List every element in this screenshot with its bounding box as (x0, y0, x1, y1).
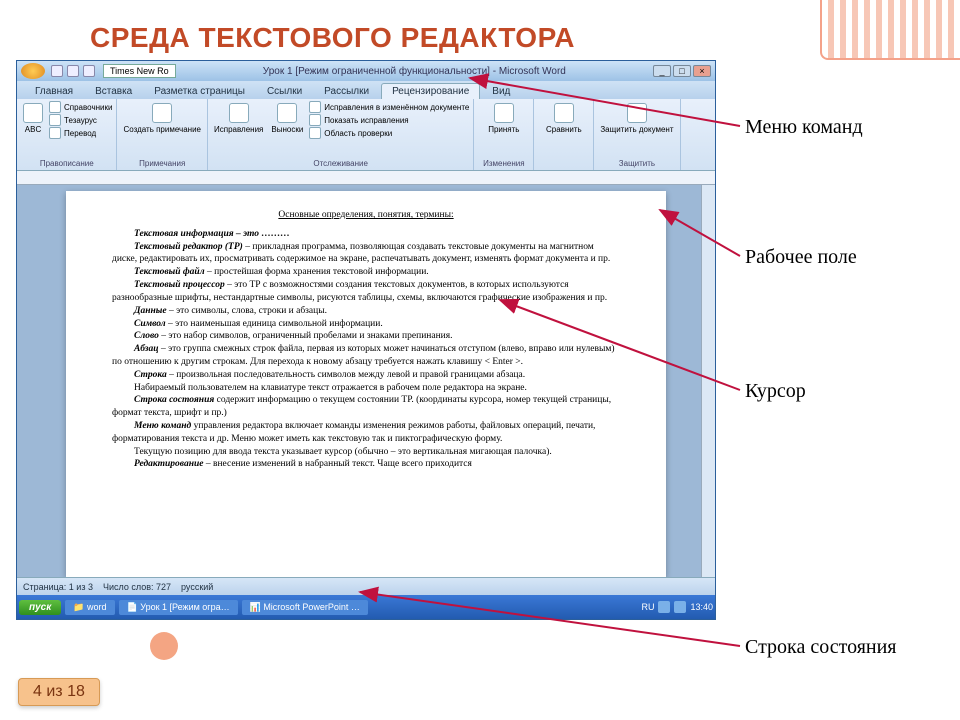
doc-paragraph: Набираемый пользователем на клавиатуре т… (112, 382, 620, 395)
accept-icon (494, 103, 514, 123)
doc-paragraph: Текстовый файл – простейшая форма хранен… (112, 266, 620, 279)
undo-icon[interactable] (67, 65, 79, 77)
tab-insert[interactable]: Вставка (85, 84, 142, 99)
tab-layout[interactable]: Разметка страницы (144, 84, 255, 99)
taskbar-item[interactable]: 📄 Урок 1 [Режим огра… (119, 600, 238, 615)
save-icon[interactable] (51, 65, 63, 77)
tray-icon[interactable] (658, 601, 670, 613)
doc-paragraph: Абзац – это группа смежных строк файла, … (112, 343, 620, 369)
redo-icon[interactable] (83, 65, 95, 77)
doc-paragraph: Текстовый процессор – это ТР с возможнос… (112, 279, 620, 305)
taskbar-item[interactable]: 📁 word (65, 600, 114, 615)
status-language[interactable]: русский (181, 582, 213, 592)
document-area[interactable]: Основные определения, понятия, термины: … (17, 185, 715, 577)
slide-title: СРЕДА ТЕКСТОВОГО РЕДАКТОРА (90, 22, 575, 54)
research-button[interactable]: Справочники (49, 101, 112, 113)
close-button[interactable]: × (693, 65, 711, 77)
show-markup-button[interactable]: Показать исправления (309, 114, 469, 126)
doc-paragraph: Меню команд управления редактора включае… (112, 420, 620, 446)
doc-paragraph: Редактирование – внесение изменений в на… (112, 458, 620, 471)
decoration-dot (150, 632, 178, 660)
minimize-button[interactable]: _ (653, 65, 671, 77)
tab-view[interactable]: Вид (482, 84, 520, 99)
windows-taskbar: пуск 📁 word 📄 Урок 1 [Режим огра… 📊 Micr… (17, 595, 715, 619)
taskbar-item[interactable]: 📊 Microsoft PowerPoint … (242, 600, 368, 615)
compare-button[interactable]: Сравнить (538, 101, 589, 136)
title-bar: Times New Ro Урок 1 [Режим ограниченной … (17, 61, 715, 81)
doc-heading: Основные определения, понятия, термины: (112, 209, 620, 222)
doc-paragraph: Текстовая информация – это ……… (112, 228, 620, 241)
markup-icon (309, 114, 321, 126)
page[interactable]: Основные определения, понятия, термины: … (66, 191, 666, 577)
translate-button[interactable]: Перевод (49, 127, 112, 139)
quick-access-toolbar[interactable] (51, 65, 95, 77)
vertical-scrollbar[interactable] (701, 185, 715, 577)
window-title: Урок 1 [Режим ограниченной функционально… (176, 66, 653, 77)
group-protect: Защитить документ Защитить (594, 99, 680, 170)
protect-button[interactable]: Защитить документ (598, 101, 675, 136)
new-comment-button[interactable]: Создать примечание (121, 101, 203, 136)
balloon-icon (277, 103, 297, 123)
tab-references[interactable]: Ссылки (257, 84, 312, 99)
window-controls: _ □ × (653, 65, 711, 77)
spelling-button[interactable]: ABC (21, 101, 45, 139)
decoration-corner (820, 0, 960, 60)
office-button-icon[interactable] (21, 63, 45, 79)
comment-icon (152, 103, 172, 123)
start-button[interactable]: пуск (19, 600, 61, 615)
callout-workspace: Рабочее поле (745, 246, 857, 269)
track-icon (229, 103, 249, 123)
book-icon (49, 101, 61, 113)
slide-nav-button[interactable]: 4 из 18 (18, 678, 100, 706)
doc-paragraph: Символ – это наименьшая единица символьн… (112, 318, 620, 331)
status-bar[interactable]: Страница: 1 из 3 Число слов: 727 русский (17, 577, 715, 595)
callout-statusbar: Строка состояния (745, 636, 897, 659)
ribbon-tabs: Главная Вставка Разметка страницы Ссылки… (17, 81, 715, 99)
tray-icon[interactable] (674, 601, 686, 613)
maximize-button[interactable]: □ (673, 65, 691, 77)
thesaurus-button[interactable]: Тезаурус (49, 114, 112, 126)
slide: СРЕДА ТЕКСТОВОГО РЕДАКТОРА Times New Ro … (0, 0, 960, 720)
status-words[interactable]: Число слов: 727 (103, 582, 171, 592)
balloons-button[interactable]: Выноски (269, 101, 305, 139)
system-tray[interactable]: RU 13:40 (641, 601, 713, 613)
tab-review[interactable]: Рецензирование (381, 83, 480, 99)
doc-paragraph: Данные – это символы, слова, строки и аб… (112, 305, 620, 318)
callout-cursor: Курсор (745, 380, 806, 403)
callout-menu: Меню команд (745, 116, 863, 139)
tab-mailings[interactable]: Рассылки (314, 84, 379, 99)
abc-icon (23, 103, 43, 123)
pane-icon (309, 127, 321, 139)
group-tracking: Исправления Выноски Исправления в изменё… (208, 99, 474, 170)
group-comments: Создать примечание Примечания (117, 99, 208, 170)
ribbon: ABC Справочники Тезаурус Перевод Правопи… (17, 99, 715, 171)
compare-icon (554, 103, 574, 123)
doc-icon (309, 101, 321, 113)
tab-home[interactable]: Главная (25, 84, 83, 99)
doc-paragraph: Текстовый редактор (ТР) – прикладная про… (112, 241, 620, 267)
reviewing-pane-button[interactable]: Область проверки (309, 127, 469, 139)
group-proofing: ABC Справочники Тезаурус Перевод Правопи… (17, 99, 117, 170)
lock-icon (627, 103, 647, 123)
thesaurus-icon (49, 114, 61, 126)
doc-paragraph: Строка состояния содержит информацию о т… (112, 394, 620, 420)
display-for-review-dropdown[interactable]: Исправления в изменённом документе (309, 101, 469, 113)
ruler[interactable] (17, 171, 715, 185)
group-changes: Принять Изменения (474, 99, 534, 170)
font-name-box[interactable]: Times New Ro (103, 64, 176, 78)
doc-paragraph: Строка – произвольная последовательность… (112, 369, 620, 382)
track-changes-button[interactable]: Исправления (212, 101, 265, 139)
tray-language[interactable]: RU (641, 602, 654, 612)
tray-clock: 13:40 (690, 602, 713, 612)
status-page[interactable]: Страница: 1 из 3 (23, 582, 93, 592)
doc-paragraph: Текущую позицию для ввода текста указыва… (112, 446, 620, 459)
accept-button[interactable]: Принять (478, 101, 529, 136)
translate-icon (49, 127, 61, 139)
group-compare: Сравнить (534, 99, 594, 170)
word-window: Times New Ro Урок 1 [Режим ограниченной … (16, 60, 716, 620)
doc-paragraph: Слово – это набор символов, ограниченный… (112, 330, 620, 343)
